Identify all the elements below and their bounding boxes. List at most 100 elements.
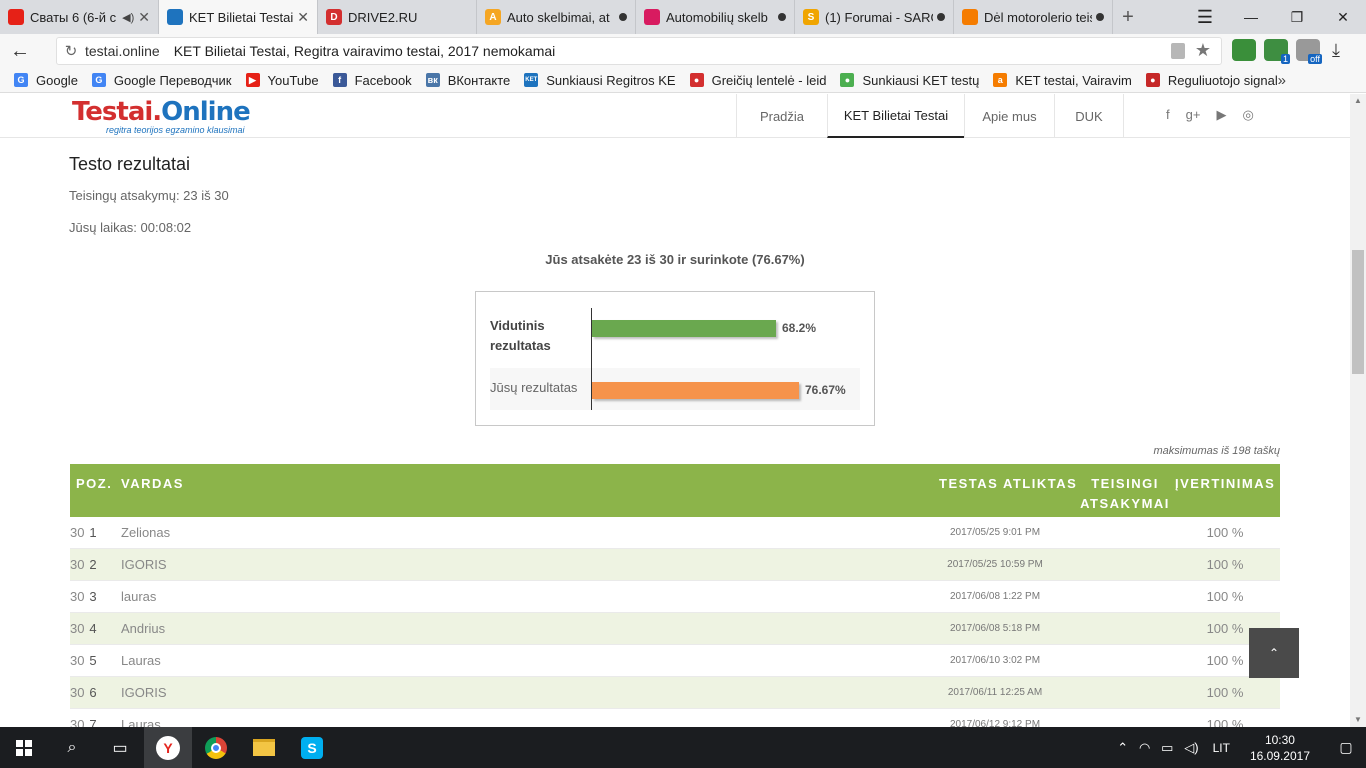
minimize-icon[interactable]: — — [1228, 0, 1274, 34]
skype-icon[interactable]: S — [288, 727, 336, 768]
browser-tab[interactable]: Automobilių skelb — [636, 0, 795, 34]
file-explorer-icon[interactable] — [240, 727, 288, 768]
cell-score: 100 % — [1206, 589, 1244, 604]
browser-tab[interactable]: A Auto skelbimai, at — [477, 0, 636, 34]
bookmark-item[interactable]: a KET testai, Vairavim — [993, 73, 1132, 88]
col-header-score: ĮVERTINIMAS — [1175, 476, 1276, 491]
bookmark-item[interactable]: ▶ YouTube — [245, 73, 319, 88]
unsaved-dot-icon[interactable] — [619, 13, 627, 21]
shield-orange-icon — [962, 9, 978, 25]
cell-correct: 30 — [70, 653, 85, 668]
page-scrollbar[interactable]: ▲ ▼ — [1350, 94, 1366, 727]
site-logo[interactable]: Testai.Online regitra teorijos egzamino … — [72, 97, 251, 135]
close-window-icon[interactable]: ✕ — [1320, 0, 1366, 34]
site-header: Testai.Online regitra teorijos egzamino … — [0, 94, 1350, 138]
bookmark-item[interactable]: вк ВКонтакте — [425, 72, 511, 88]
scrollbar-thumb[interactable] — [1352, 250, 1364, 374]
clock[interactable]: 10:30 16.09.2017 — [1250, 732, 1310, 764]
bookmark-label: ВКонтакте — [447, 72, 511, 88]
back-arrow-icon[interactable]: ← — [0, 40, 40, 63]
extension-shield-icon[interactable]: 1 — [1264, 39, 1290, 64]
downloads-icon[interactable]: ⤓ — [1332, 40, 1340, 61]
cell-correct: 30 — [70, 589, 85, 604]
cell-name: IGORIS — [121, 557, 167, 572]
cell-name: Lauras — [121, 717, 161, 727]
browser-tab[interactable]: S (1) Forumai - SARG — [795, 0, 954, 34]
tab-title: DRIVE2.RU — [348, 9, 418, 25]
browser-tab[interactable]: Dėl motorolerio teisių — [954, 0, 1113, 34]
browser-tab[interactable]: KET Bilietai Testai, ✕ — [159, 0, 318, 34]
unsaved-dot-icon[interactable] — [778, 13, 786, 21]
scroll-up-arrow-icon[interactable]: ▲ — [1350, 94, 1366, 108]
bookmark-favicon-icon: a — [993, 73, 1008, 87]
unsaved-dot-icon[interactable] — [1096, 13, 1104, 21]
bookmark-label: Greičių lentelė - leid — [711, 72, 827, 88]
unsaved-dot-icon[interactable] — [937, 13, 945, 21]
cell-correct: 30 — [70, 717, 85, 727]
table-row: 5 Lauras 2017/06/10 3:02 PM 30 100 % — [70, 645, 1280, 677]
bookmarks-overflow-icon[interactable]: » — [1278, 72, 1286, 89]
bookmark-star-icon[interactable]: ★ — [1195, 40, 1211, 61]
time-taken-text: Jūsų laikas: 00:08:02 — [69, 220, 192, 235]
browser-tab[interactable]: D DRIVE2.RU — [318, 0, 477, 34]
web-page: Testai.Online regitra teorijos egzamino … — [0, 94, 1350, 727]
nav-faq[interactable]: DUK — [1054, 94, 1124, 138]
new-tab-button[interactable]: + — [1113, 0, 1143, 34]
bookmark-favicon-icon: ● — [840, 73, 855, 87]
close-tab-icon[interactable]: ✕ — [138, 9, 150, 26]
cell-correct: 30 — [70, 557, 85, 572]
nav-ket-tests[interactable]: KET Bilietai Testai — [827, 94, 964, 138]
table-row: 2 IGORIS 2017/05/25 10:59 PM 30 100 % — [70, 549, 1280, 581]
bookmark-item[interactable]: f Facebook — [332, 73, 412, 88]
google-plus-icon[interactable]: g+ — [1186, 107, 1201, 123]
tab-title: Auto skelbimai, at — [507, 9, 610, 25]
col-header-date: TESTAS ATLIKTAS — [939, 476, 1078, 491]
close-tab-icon[interactable]: ✕ — [297, 9, 309, 26]
browser-menu-icon[interactable]: ☰ — [1182, 0, 1228, 34]
cell-name: Lauras — [121, 653, 161, 668]
tab-title: (1) Forumai - SARG — [825, 9, 933, 25]
input-language[interactable]: LIT — [1213, 741, 1230, 755]
bookmark-item[interactable]: ● Sunkiausi KET testų — [840, 73, 979, 88]
omnibox[interactable]: ↻ testai.online KET Bilietai Testai, Reg… — [56, 37, 1222, 65]
task-view-icon[interactable]: ▭ — [96, 727, 144, 768]
window-controls: ☰ — ❐ ✕ — [1182, 0, 1366, 34]
bookmark-item[interactable]: ● Greičių lentelė - leid — [689, 72, 827, 88]
bookmark-item[interactable]: G Google — [14, 73, 78, 88]
reload-icon[interactable]: ↻ — [57, 42, 85, 60]
correct-answers-text: Teisingų atsakymų: 23 iš 30 — [69, 188, 229, 203]
youtube-icon[interactable]: ▶ — [1216, 107, 1226, 123]
start-button[interactable] — [0, 727, 48, 768]
nav-about[interactable]: Apie mus — [964, 94, 1054, 138]
notifications-icon[interactable]: ▢ — [1326, 739, 1366, 756]
instagram-icon[interactable]: ◎ — [1242, 107, 1253, 123]
cell-date: 2017/06/12 9:12 PM — [949, 719, 1041, 727]
browser-tab[interactable]: Сваты 6 (6-й с ◀) ✕ — [0, 0, 159, 34]
table-row: 7 Lauras 2017/06/12 9:12 PM 30 100 % — [70, 709, 1280, 727]
tab-title: Сваты 6 (6-й с — [30, 9, 117, 25]
extension-download-icon[interactable] — [1232, 39, 1256, 61]
result-comparison-chart: Vidutinis rezultatas 68.2% Jūsų rezultatas… — [475, 291, 875, 426]
restore-icon[interactable]: ❐ — [1274, 0, 1320, 34]
bookmark-item[interactable]: ● Reguliuotojo signal — [1145, 72, 1278, 88]
scroll-down-arrow-icon[interactable]: ▼ — [1350, 713, 1366, 727]
yandex-browser-icon[interactable]: Y — [144, 727, 192, 768]
bookmark-favicon-icon: ● — [1145, 73, 1160, 87]
extension-off-icon[interactable]: off — [1296, 39, 1322, 64]
cell-score: 100 % — [1206, 525, 1244, 540]
youtube-icon — [8, 9, 24, 25]
logo-text-part1: Testai. — [72, 97, 162, 127]
chrome-icon[interactable] — [192, 727, 240, 768]
nav-home[interactable]: Pradžia — [736, 94, 827, 138]
chart-value-label: 68.2% — [782, 321, 817, 335]
lock-icon[interactable] — [1171, 43, 1185, 59]
audio-playing-icon[interactable]: ◀) — [122, 11, 134, 24]
bookmark-item[interactable]: G Google Переводчик — [91, 73, 232, 88]
bookmark-label: Reguliuotojo signal — [1167, 72, 1278, 88]
scroll-to-top-button[interactable]: ⌃ — [1249, 628, 1299, 678]
logo-tagline: regitra teorijos egzamino klausimai — [106, 125, 245, 135]
bookmark-item[interactable]: KET Sunkiausi Regitros KE — [524, 73, 676, 88]
tray-icons[interactable]: ⌃ ◠ ▭ ◁) — [1117, 740, 1198, 756]
facebook-icon[interactable]: f — [1166, 107, 1170, 123]
search-icon[interactable]: ⌕ — [48, 727, 96, 768]
